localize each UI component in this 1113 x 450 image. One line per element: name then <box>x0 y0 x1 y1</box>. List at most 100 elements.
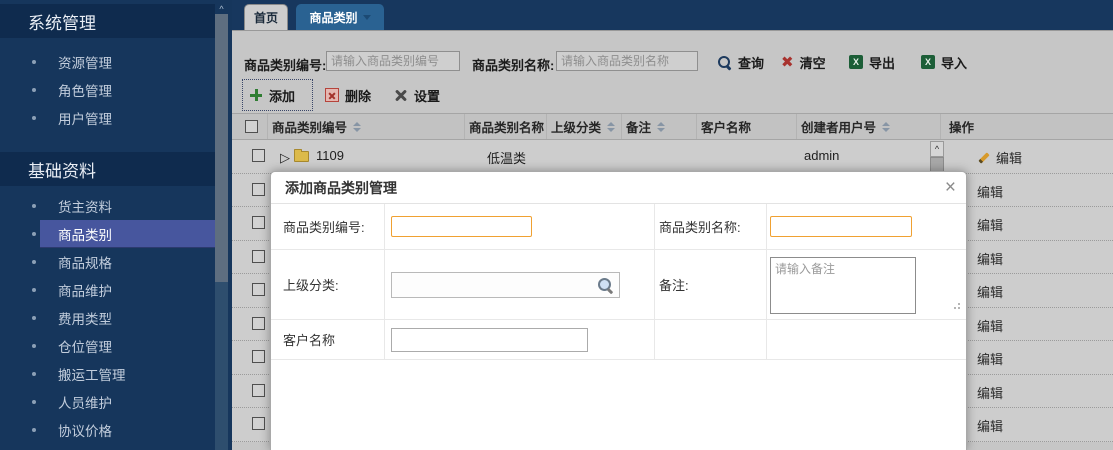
edit-link[interactable]: 编辑 <box>977 249 1003 268</box>
dialog-header[interactable]: 添加商品类别管理 × <box>271 172 966 204</box>
col-customer[interactable]: 客户名称 <box>697 114 797 139</box>
col-remark[interactable]: 备注 <box>622 114 697 139</box>
sidebar-item-personnel-maintenance[interactable]: 人员维护 <box>0 388 215 416</box>
name-field-label: 商品类别名称: <box>659 217 741 236</box>
plus-icon <box>249 88 263 102</box>
tab-menu-icon[interactable] <box>363 15 371 20</box>
table-row[interactable]: ▷ 1109 低温类 admin 编辑 <box>232 140 1113 174</box>
row-checkbox[interactable] <box>252 216 265 229</box>
parent-combo-input[interactable] <box>392 273 592 297</box>
combo-search-icon[interactable] <box>597 277 614 294</box>
sidebar-item-product-maintenance[interactable]: 商品维护 <box>0 276 215 304</box>
sidebar-item-resource-mgmt[interactable]: 资源管理 <box>0 48 215 76</box>
sidebar-item-product-spec[interactable]: 商品规格 <box>0 248 215 276</box>
clear-button[interactable]: ✖ 清空 <box>781 52 826 72</box>
app-screen: 系统管理 资源管理 角色管理 用户管理 基础资料 货主资料 商品类别 商品规格 … <box>0 0 1113 450</box>
sidebar-item-fee-type[interactable]: 费用类型 <box>0 304 215 332</box>
col-actions: 操作 <box>941 114 1113 139</box>
resize-grip-icon[interactable] <box>958 307 960 309</box>
tab-product-category[interactable]: 商品类别 <box>296 4 384 30</box>
expand-icon[interactable]: ▷ <box>280 151 290 166</box>
add-button[interactable]: 添加 <box>249 85 295 105</box>
col-code[interactable]: 商品类别编号 <box>268 114 465 139</box>
close-icon[interactable]: × <box>945 177 956 199</box>
bullet-icon <box>32 116 36 120</box>
remark-textarea[interactable] <box>770 257 916 314</box>
sort-icon[interactable] <box>882 122 890 132</box>
row-checkbox[interactable] <box>252 149 265 162</box>
folder-icon <box>294 151 309 162</box>
search-code-label: 商品类别编号: <box>244 55 326 74</box>
sidebar-item-product-category[interactable]: 商品类别 <box>0 220 215 248</box>
dialog-title: 添加商品类别管理 <box>285 178 397 198</box>
sidebar-item-warehouse-slot-mgmt[interactable]: 仓位管理 <box>0 332 215 360</box>
settings-button[interactable]: 设置 <box>393 85 440 105</box>
sidebar-scrollbar-thumb[interactable] <box>215 14 228 282</box>
row-checkbox[interactable] <box>252 283 265 296</box>
tools-icon <box>393 88 408 103</box>
edit-link[interactable]: 编辑 <box>977 148 1022 167</box>
bullet-icon <box>32 204 36 208</box>
edit-link[interactable]: 编辑 <box>977 316 1003 335</box>
clear-icon: ✖ <box>781 55 794 70</box>
bullet-icon <box>32 400 36 404</box>
sidebar-item-role-mgmt[interactable]: 角色管理 <box>0 76 215 104</box>
select-all-checkbox[interactable] <box>245 120 258 133</box>
sidebar-section-system-mgmt: 系统管理 <box>0 4 215 38</box>
sidebar-item-owner-data[interactable]: 货主资料 <box>0 192 215 220</box>
code-input[interactable] <box>391 216 532 237</box>
cell-code: 1109 <box>316 148 344 163</box>
import-button[interactable]: X 导入 <box>921 52 967 72</box>
edit-link[interactable]: 编辑 <box>977 215 1003 234</box>
search-icon <box>717 55 732 70</box>
tab-bar: 首页 商品类别 <box>232 0 1113 30</box>
edit-link[interactable]: 编辑 <box>977 383 1003 402</box>
row-checkbox[interactable] <box>252 183 265 196</box>
remark-field-label: 备注: <box>659 275 689 294</box>
customer-input[interactable] <box>391 328 588 352</box>
col-name[interactable]: 商品类别名称 <box>465 114 547 139</box>
sidebar-scrollbar[interactable]: ^ <box>215 0 228 450</box>
bullet-icon <box>32 88 36 92</box>
edit-link[interactable]: 编辑 <box>977 282 1003 301</box>
edit-link[interactable]: 编辑 <box>977 416 1003 435</box>
cell-creator: admin <box>804 148 839 163</box>
parent-combo[interactable] <box>391 272 620 298</box>
row-checkbox[interactable] <box>252 350 265 363</box>
delete-button[interactable]: 删除 <box>325 85 371 105</box>
col-creator[interactable]: 创建者用户号 <box>797 114 941 139</box>
scroll-up-icon[interactable]: ^ <box>215 0 228 14</box>
col-parent[interactable]: 上级分类 <box>547 114 622 139</box>
sort-icon[interactable] <box>657 122 665 132</box>
row-checkbox[interactable] <box>252 417 265 430</box>
sort-icon[interactable] <box>607 122 615 132</box>
sort-icon[interactable] <box>353 122 361 132</box>
sidebar: 系统管理 资源管理 角色管理 用户管理 基础资料 货主资料 商品类别 商品规格 … <box>0 0 215 450</box>
divider <box>232 30 1113 31</box>
scroll-up-icon[interactable]: ^ <box>930 141 944 157</box>
sidebar-item-agreement-price[interactable]: 协议价格 <box>0 416 215 444</box>
sidebar-item-user-mgmt[interactable]: 用户管理 <box>0 104 215 132</box>
tab-home[interactable]: 首页 <box>244 4 288 30</box>
query-button[interactable]: 查询 <box>717 52 764 72</box>
pencil-icon <box>977 151 991 165</box>
row-checkbox[interactable] <box>252 317 265 330</box>
code-field-label: 商品类别编号: <box>283 217 365 236</box>
search-code-input[interactable] <box>326 51 460 71</box>
parent-field-label: 上级分类: <box>283 275 339 294</box>
form-row: 商品类别编号: 商品类别名称: <box>271 204 966 250</box>
bullet-icon <box>32 316 36 320</box>
edit-link[interactable]: 编辑 <box>977 182 1003 201</box>
bullet-icon <box>32 344 36 348</box>
row-checkbox[interactable] <box>252 384 265 397</box>
name-input[interactable] <box>770 216 912 237</box>
search-name-input[interactable] <box>556 51 698 71</box>
add-category-dialog: 添加商品类别管理 × 商品类别编号: 商品类别名称: 上级分类: 备注: <box>270 171 967 450</box>
edit-link[interactable]: 编辑 <box>977 349 1003 368</box>
sidebar-item-porter-mgmt[interactable]: 搬运工管理 <box>0 360 215 388</box>
excel-icon: X <box>921 55 935 69</box>
grid-header: 商品类别编号 商品类别名称 上级分类 备注 客户名称 创建者用户号 操作 <box>232 113 1113 140</box>
customer-field-label: 客户名称 <box>283 330 335 349</box>
row-checkbox[interactable] <box>252 250 265 263</box>
export-button[interactable]: X 导出 <box>849 52 895 72</box>
